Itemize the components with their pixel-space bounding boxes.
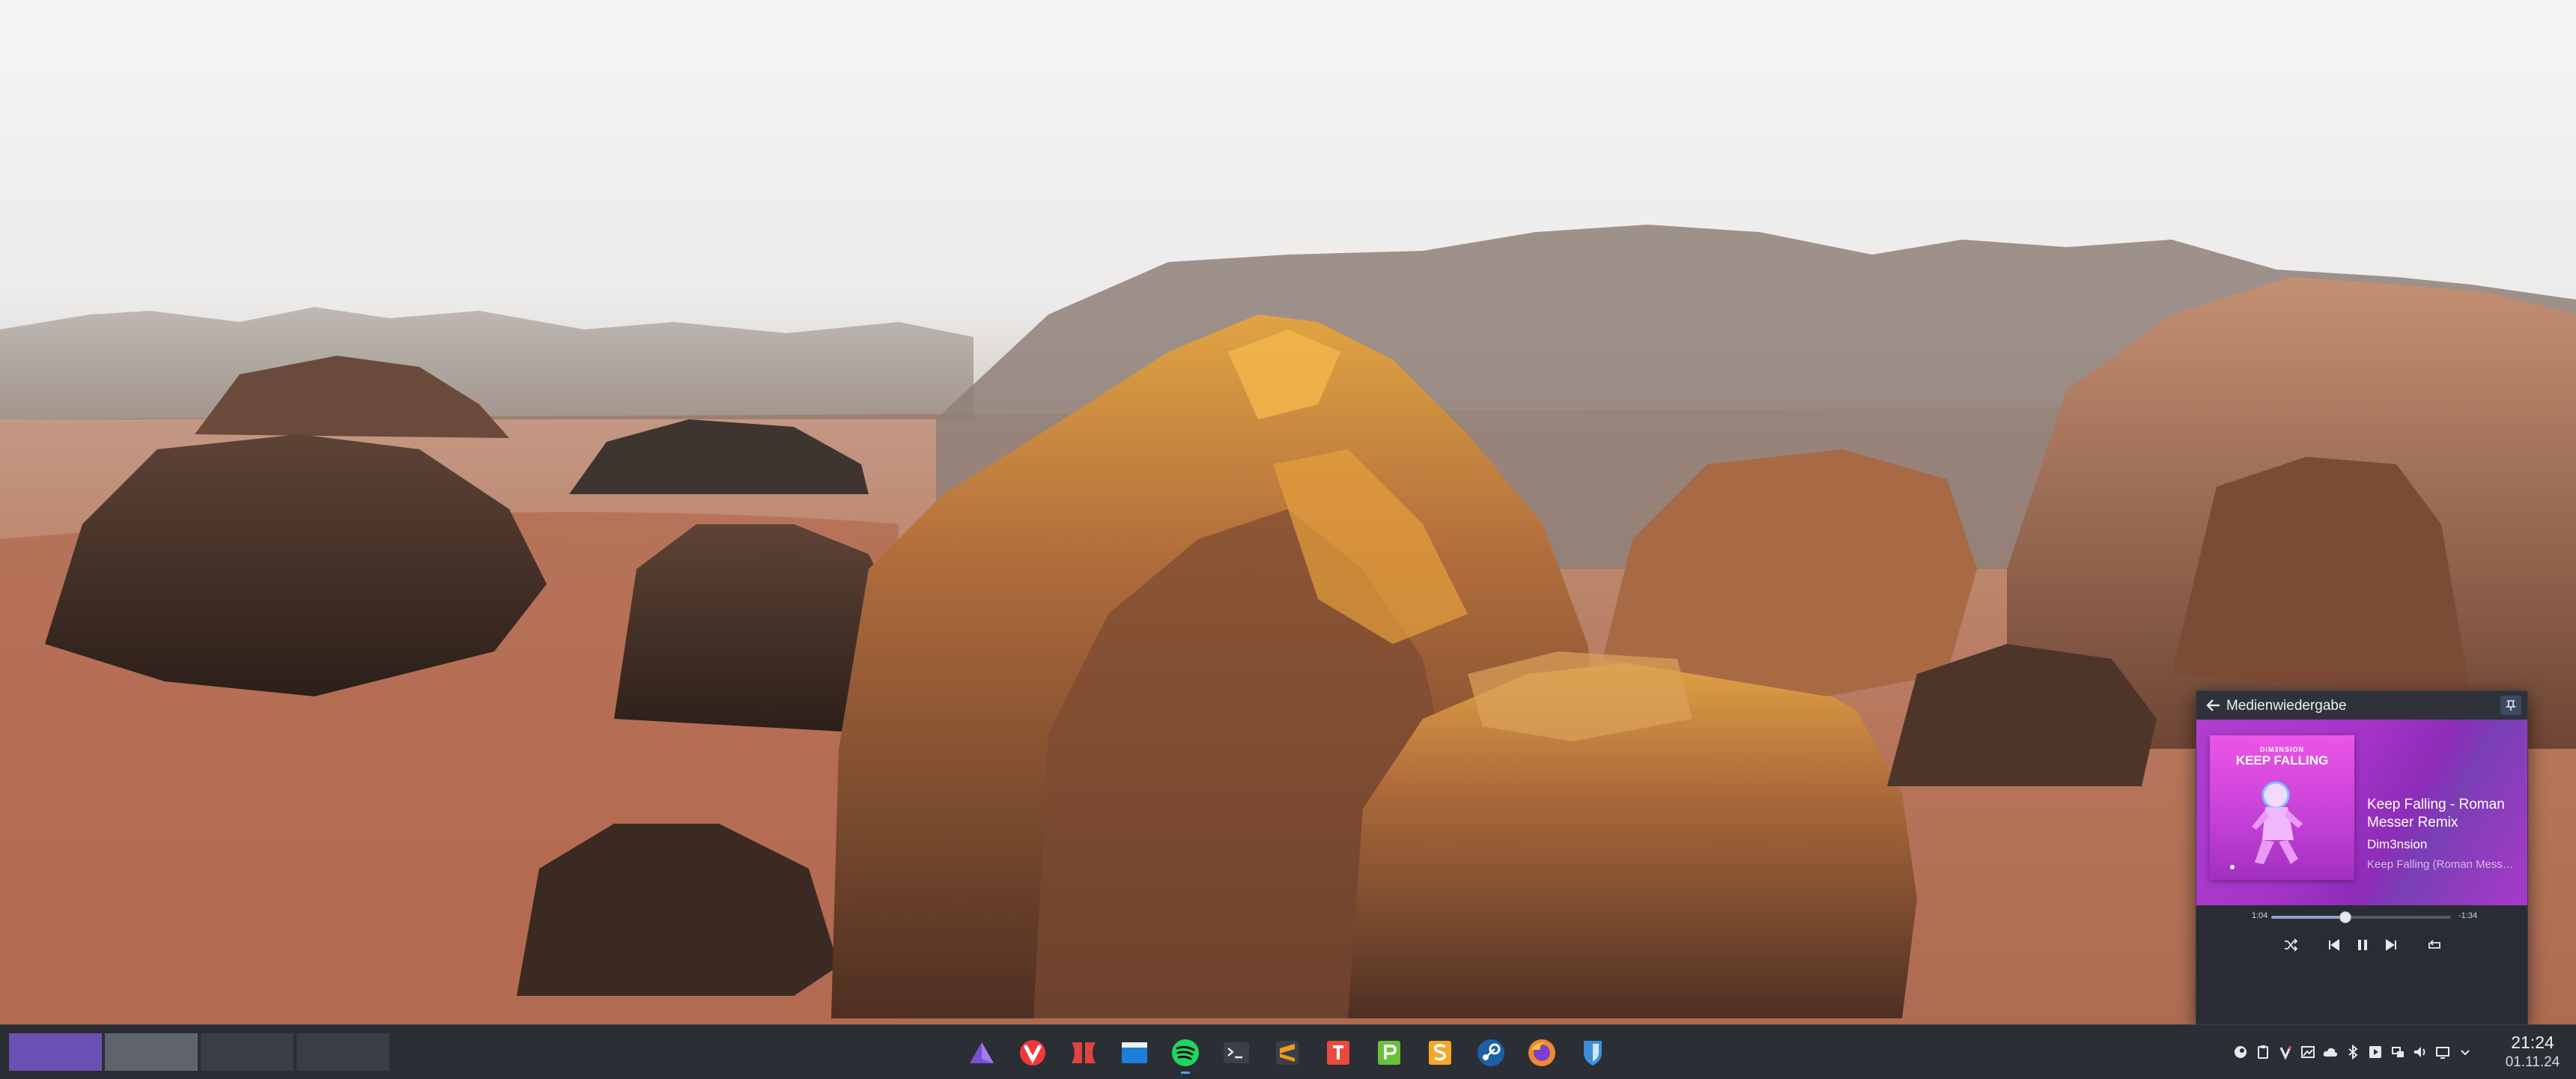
steam-icon bbox=[1477, 1039, 1504, 1066]
firefox-launcher[interactable] bbox=[1523, 1034, 1561, 1072]
virtual-desktop-2[interactable] bbox=[105, 1033, 198, 1071]
pin-icon bbox=[2506, 700, 2516, 711]
astronaut-figure-icon bbox=[2230, 781, 2303, 869]
clipboard-icon[interactable] bbox=[2254, 1043, 2272, 1061]
sublime-text-launcher[interactable] bbox=[1269, 1034, 1306, 1072]
remaining-time: -1:34 bbox=[2458, 911, 2478, 920]
popup-header: Medienwiedergabe bbox=[2196, 691, 2527, 720]
volume-icon[interactable] bbox=[2411, 1043, 2429, 1061]
clock-time[interactable]: 21:24 bbox=[2498, 1033, 2567, 1053]
media-player-popup: Medienwiedergabe DIM3NSION KEEP FALLING … bbox=[2196, 690, 2528, 1026]
spotify-icon bbox=[1172, 1039, 1199, 1066]
shuffle-button[interactable] bbox=[2280, 935, 2301, 955]
spotify-launcher[interactable] bbox=[1167, 1034, 1204, 1074]
davinci-resolve-icon bbox=[1072, 1042, 1096, 1063]
playback-controls bbox=[2196, 928, 2527, 962]
seek-slider[interactable] bbox=[2271, 911, 2451, 923]
expand-tray-icon[interactable] bbox=[2456, 1043, 2474, 1061]
dolphin-launcher[interactable] bbox=[1116, 1034, 1153, 1072]
davinci-resolve-launcher[interactable] bbox=[1065, 1034, 1102, 1072]
cloud-icon[interactable] bbox=[2321, 1043, 2339, 1061]
repeat-button[interactable] bbox=[2424, 935, 2445, 955]
seek-handle[interactable] bbox=[2339, 911, 2352, 923]
dolphin-file-manager-icon bbox=[1122, 1042, 1147, 1063]
repeat-icon bbox=[2428, 940, 2440, 949]
seek-row: 1:04 -1:34 bbox=[2196, 905, 2527, 928]
bitwarden-launcher[interactable] bbox=[1574, 1034, 1611, 1072]
system-tray bbox=[2232, 1025, 2479, 1079]
libreoffice-writer-icon bbox=[1327, 1041, 1349, 1065]
vivaldi-tray-icon[interactable] bbox=[2276, 1043, 2294, 1061]
virtual-desktop-4[interactable] bbox=[297, 1033, 389, 1071]
pin-button[interactable] bbox=[2500, 696, 2521, 715]
steam-launcher[interactable] bbox=[1472, 1034, 1510, 1072]
display-icon[interactable] bbox=[2434, 1043, 2452, 1061]
libreoffice-writer-launcher[interactable] bbox=[1319, 1034, 1357, 1072]
libreoffice-calc-icon bbox=[1378, 1041, 1400, 1065]
steam-tray-icon[interactable] bbox=[2232, 1043, 2250, 1061]
app-launcher-button[interactable] bbox=[963, 1034, 1000, 1072]
libreoffice-impress-icon bbox=[1429, 1041, 1451, 1065]
bitwarden-shield-icon bbox=[1584, 1041, 1602, 1066]
virtual-desktop-1[interactable] bbox=[9, 1033, 102, 1071]
sublime-text-icon bbox=[1276, 1041, 1298, 1065]
album-art: DIM3NSION KEEP FALLING bbox=[2210, 735, 2354, 880]
vivaldi-launcher[interactable] bbox=[1014, 1034, 1051, 1072]
track-album: Keep Falling (Roman Messer Remix) bbox=[2367, 858, 2517, 871]
libreoffice-calc-launcher[interactable] bbox=[1370, 1034, 1408, 1072]
libreoffice-impress-launcher[interactable] bbox=[1421, 1034, 1459, 1072]
elapsed-time: 1:04 bbox=[2252, 911, 2268, 920]
clock-date[interactable]: 01.11.24 bbox=[2498, 1054, 2567, 1071]
popup-title: Medienwiedergabe bbox=[2226, 698, 2347, 714]
next-button[interactable] bbox=[2381, 935, 2402, 955]
spotify-tray-icon[interactable] bbox=[2366, 1043, 2384, 1061]
taskbar: 21:24 01.11.24 bbox=[0, 1024, 2576, 1079]
app-launcher-triangle-icon bbox=[970, 1042, 994, 1063]
vivaldi-icon bbox=[1020, 1040, 1045, 1066]
track-title: Keep Falling - Roman Messer Remix bbox=[2367, 797, 2505, 830]
desktop-wallpaper bbox=[0, 0, 2576, 1078]
terminal-icon bbox=[1224, 1042, 1249, 1063]
image-icon[interactable] bbox=[2299, 1043, 2317, 1061]
back-arrow-icon[interactable] bbox=[2205, 698, 2222, 713]
pause-icon bbox=[2358, 940, 2367, 950]
next-icon bbox=[2386, 939, 2396, 951]
firefox-icon bbox=[1528, 1039, 1555, 1066]
virtual-desktop-3[interactable] bbox=[201, 1033, 294, 1071]
seek-fill bbox=[2271, 916, 2345, 919]
bluetooth-icon[interactable] bbox=[2344, 1043, 2362, 1061]
network-icon[interactable] bbox=[2389, 1043, 2407, 1061]
running-indicator bbox=[1181, 1072, 1190, 1074]
previous-icon bbox=[2329, 939, 2339, 951]
track-artist: Dim3nsion bbox=[2367, 837, 2428, 851]
shuffle-icon bbox=[2285, 938, 2298, 952]
previous-button[interactable] bbox=[2324, 935, 2345, 955]
terminal-launcher[interactable] bbox=[1218, 1034, 1255, 1072]
player-body: DIM3NSION KEEP FALLING Keep Falling - Ro… bbox=[2196, 720, 2527, 905]
pause-button[interactable] bbox=[2352, 935, 2373, 955]
